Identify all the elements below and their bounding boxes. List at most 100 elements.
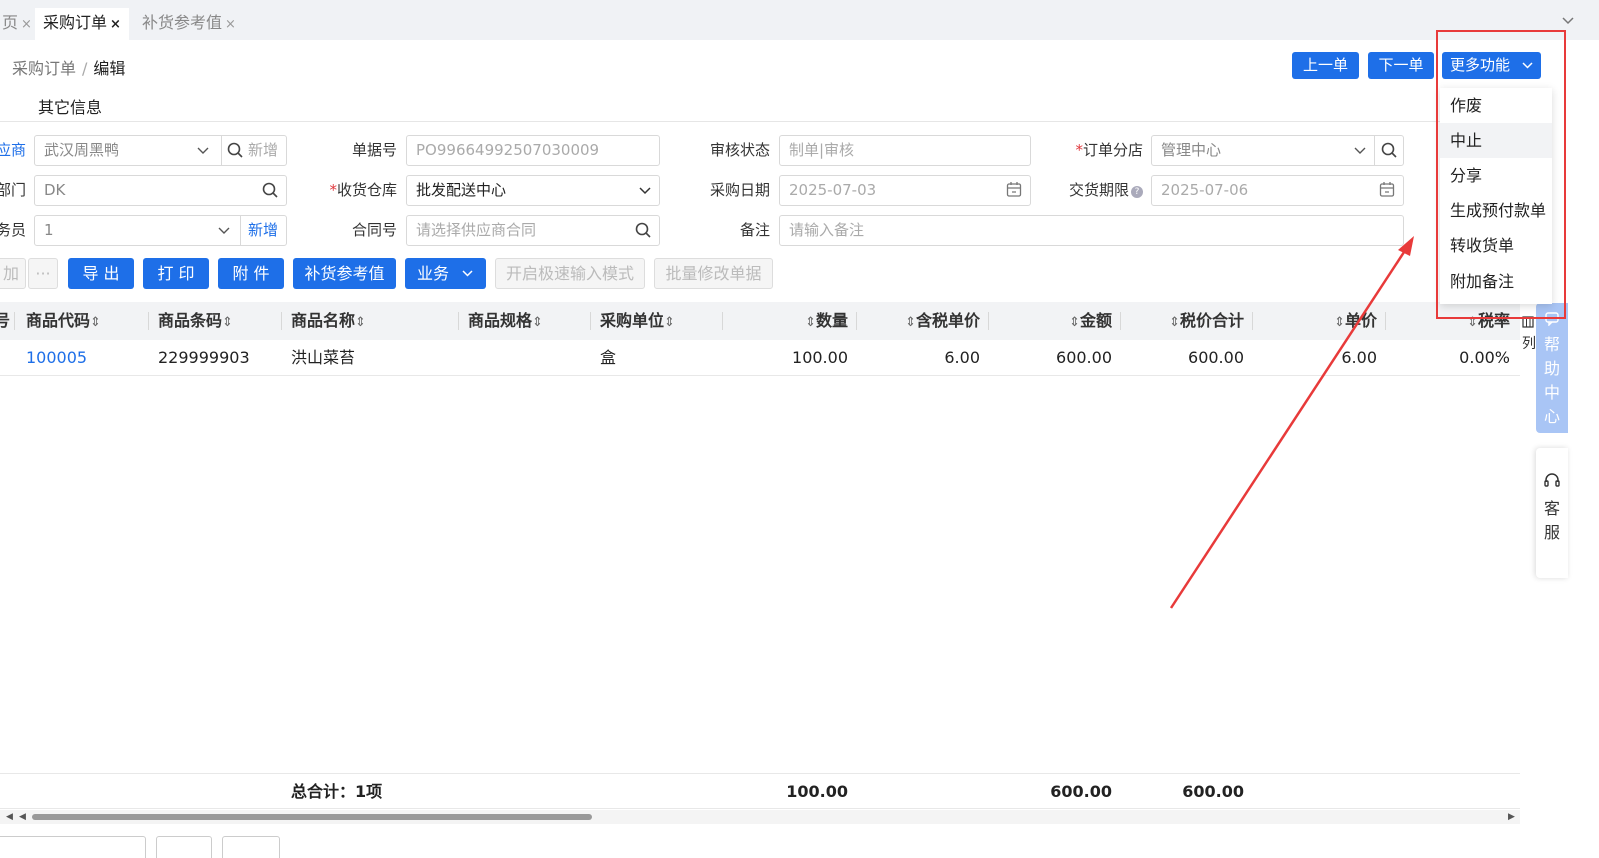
sort-icon[interactable]: ⇕ — [355, 315, 366, 330]
col-qty[interactable]: ⇕数量 — [730, 302, 848, 340]
doc-no-value: PO99664992507030009 — [416, 141, 600, 159]
close-icon[interactable]: × — [110, 17, 121, 32]
tab-replenish-ref[interactable]: 补货参考值 × — [134, 8, 244, 40]
close-icon[interactable]: × — [21, 17, 32, 32]
col-spec-label: 商品规格 — [468, 311, 533, 330]
calendar-icon[interactable] — [1006, 176, 1022, 205]
divider — [148, 312, 149, 330]
salesman-select[interactable]: 1 新增 — [34, 215, 287, 246]
salesman-label: 务员 — [0, 221, 27, 239]
question-icon[interactable]: ? — [1131, 186, 1143, 198]
help-center-char: 心 — [1543, 407, 1560, 426]
divider — [722, 312, 723, 330]
bottom-button[interactable] — [156, 836, 212, 858]
breadcrumb-parent[interactable]: 采购订单 — [12, 59, 76, 78]
col-amount[interactable]: ⇕金额 — [996, 302, 1112, 340]
col-price[interactable]: ⇕单价 — [1260, 302, 1377, 340]
scrollbar-thumb[interactable] — [32, 814, 592, 820]
branch-label-text: 订单分店 — [1082, 141, 1143, 159]
scroll-left-icon[interactable]: ◀ — [6, 810, 13, 824]
search-icon[interactable] — [227, 136, 243, 165]
col-total-label: 税价合计 — [1179, 311, 1244, 330]
col-tax-price[interactable]: ⇕含税单价 — [864, 302, 980, 340]
fast-input-button[interactable]: 开启极速输入模式 — [495, 258, 645, 289]
bottom-button[interactable] — [0, 836, 146, 858]
audit-status-value: 制单|审核 — [789, 141, 855, 159]
scroll-right-icon[interactable]: ▶ — [1508, 810, 1515, 824]
contract-label: 合同号 — [351, 221, 397, 239]
supplier-select[interactable]: 武汉周黑鸭 新增 — [34, 135, 287, 166]
col-spec[interactable]: 商品规格⇕ — [468, 302, 543, 340]
sort-icon[interactable]: ⇕ — [532, 315, 543, 330]
annotation-highlight-box — [1436, 30, 1566, 319]
close-icon[interactable]: × — [225, 17, 236, 32]
salesman-add-link[interactable]: 新增 — [248, 216, 278, 245]
divider — [1374, 136, 1375, 165]
supplier-add-link[interactable]: 新增 — [248, 136, 278, 165]
cell-price: 6.00 — [1341, 348, 1377, 367]
col-barcode[interactable]: 商品条码⇕ — [158, 302, 233, 340]
tab-label: 采购订单 — [43, 13, 108, 32]
required-mark: * — [1075, 141, 1083, 159]
more-actions-button[interactable]: ··· — [28, 258, 58, 289]
footer-qty: 100.00 — [786, 782, 848, 801]
warehouse-label-text: 收货仓库 — [336, 181, 397, 199]
breadcrumb-current: 编辑 — [93, 59, 126, 78]
cell-unit: 盒 — [600, 348, 617, 367]
col-code[interactable]: 商品代码⇕ — [26, 302, 101, 340]
sort-icon[interactable]: ⇕ — [805, 315, 816, 330]
divider — [0, 121, 1440, 122]
sort-icon[interactable]: ⇕ — [1169, 315, 1180, 330]
print-button[interactable]: 打 印 — [143, 258, 209, 289]
dept-field[interactable]: DK — [34, 175, 287, 206]
sort-icon[interactable]: ⇕ — [222, 315, 233, 330]
add-row-button[interactable]: 加 — [0, 258, 26, 289]
calendar-icon[interactable] — [1379, 176, 1395, 205]
col-total[interactable]: ⇕税价合计 — [1128, 302, 1244, 340]
remark-label: 备注 — [739, 221, 770, 239]
headset-icon — [1536, 472, 1568, 497]
business-dropdown[interactable]: 业务 — [405, 258, 486, 289]
export-button[interactable]: 导 出 — [68, 258, 134, 289]
next-order-button[interactable]: 下一单 — [1368, 52, 1434, 79]
supplier-label[interactable]: 应商 — [0, 135, 26, 165]
contract-field[interactable]: 请选择供应商合同 — [406, 215, 660, 246]
search-icon[interactable] — [1381, 136, 1397, 165]
customer-service-button[interactable]: 客 服 — [1536, 448, 1568, 578]
cell-code[interactable]: 100005 — [26, 340, 87, 376]
branch-select[interactable]: 管理中心 — [1151, 135, 1404, 166]
search-icon[interactable] — [262, 176, 278, 205]
col-unit[interactable]: 采购单位⇕ — [600, 302, 675, 340]
branch-value: 管理中心 — [1161, 141, 1222, 159]
tab-home[interactable]: 页 × — [0, 8, 40, 40]
prev-order-button[interactable]: 上一单 — [1292, 52, 1359, 79]
sort-icon[interactable]: ⇕ — [1334, 315, 1345, 330]
contract-placeholder: 请选择供应商合同 — [416, 221, 537, 239]
replenish-ref-button[interactable]: 补货参考值 — [293, 258, 396, 289]
sort-icon[interactable]: ⇕ — [90, 315, 101, 330]
help-center-button[interactable]: 帮 助 中 心 — [1536, 303, 1568, 433]
customer-service-char: 服 — [1543, 523, 1560, 542]
col-name[interactable]: 商品名称⇕ — [291, 302, 366, 340]
divider — [988, 312, 989, 330]
attach-button[interactable]: 附 件 — [218, 258, 284, 289]
delivery-deadline-field[interactable]: 2025-07-06 — [1151, 175, 1404, 206]
batch-edit-button[interactable]: 批量修改单据 — [654, 258, 773, 289]
help-center-char: 助 — [1543, 359, 1560, 378]
remark-field[interactable]: 请输入备注 — [779, 215, 1404, 246]
scroll-left-icon[interactable]: ◀ — [19, 810, 26, 824]
purchase-date-field[interactable]: 2025-07-03 — [779, 175, 1031, 206]
chevron-down-icon — [218, 216, 230, 245]
table-row[interactable]: 100005 229999903 洪山菜苔 盒 100.00 6.00 600.… — [0, 340, 1520, 376]
tab-purchase-order[interactable]: 采购订单 × — [35, 8, 129, 40]
sort-icon[interactable]: ⇕ — [1069, 315, 1080, 330]
col-amount-label: 金额 — [1079, 311, 1112, 330]
bottom-button[interactable] — [222, 836, 280, 858]
horizontal-scrollbar[interactable]: ◀ ◀ ▶ — [0, 810, 1520, 824]
sort-icon[interactable]: ⇕ — [905, 315, 916, 330]
delivery-deadline-value: 2025-07-06 — [1161, 181, 1249, 199]
warehouse-select[interactable]: 批发配送中心 — [406, 175, 660, 206]
search-icon[interactable] — [635, 216, 651, 245]
sort-icon[interactable]: ⇕ — [664, 315, 675, 330]
section-title[interactable]: 其它信息 — [38, 94, 102, 118]
